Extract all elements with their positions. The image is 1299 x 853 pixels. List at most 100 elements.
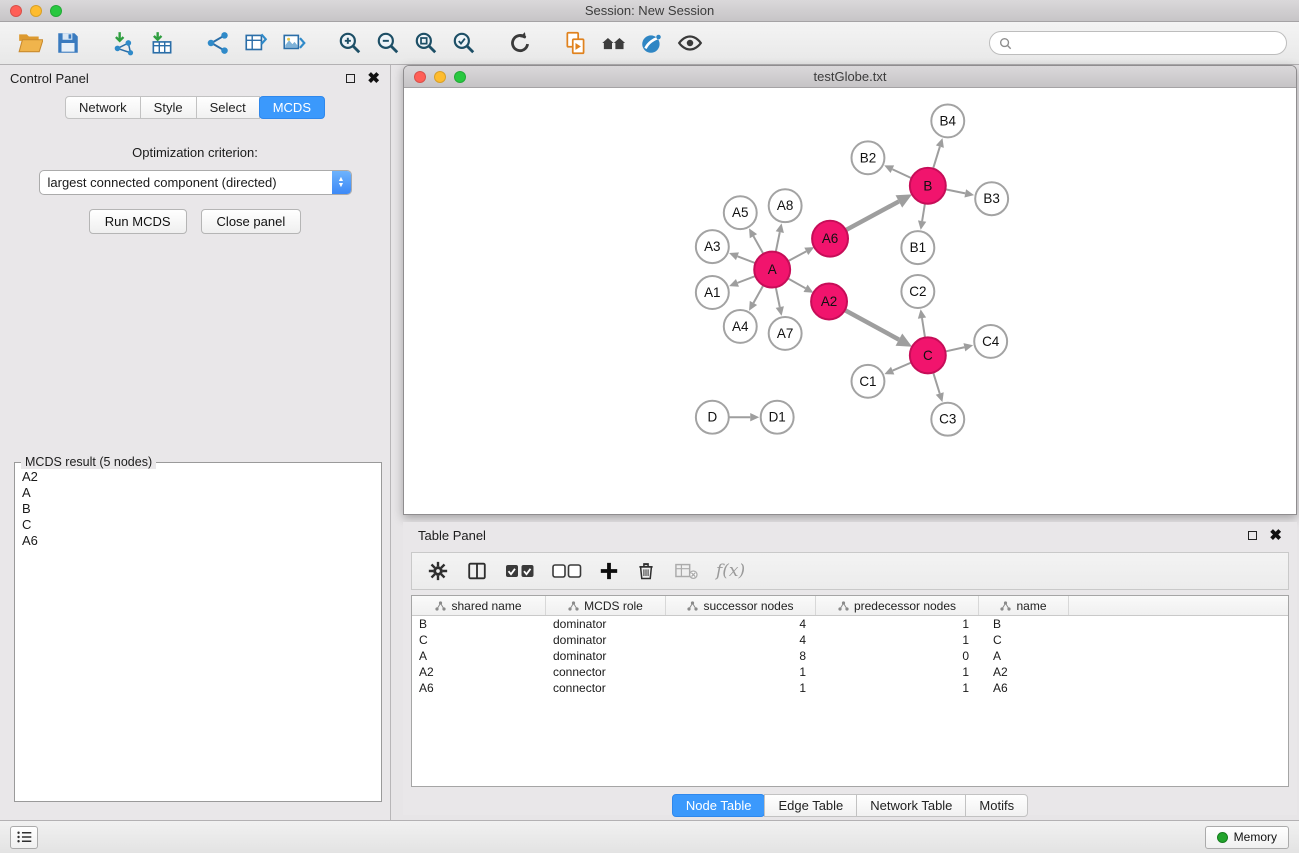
show-hide-details-button[interactable] [672, 25, 708, 61]
close-table-panel-icon[interactable]: ✖ [1269, 531, 1282, 541]
mcds-result-item[interactable]: A2 [17, 469, 379, 485]
new-table-button[interactable] [238, 25, 274, 61]
deselect-all-button[interactable] [552, 564, 582, 579]
delete-column-button[interactable] [636, 561, 656, 581]
node-table: shared nameMCDS rolesuccessor nodes prede… [411, 595, 1289, 787]
home-view-button[interactable] [596, 25, 632, 61]
close-panel-button[interactable]: Close panel [201, 209, 302, 234]
show-columns-button[interactable] [466, 560, 488, 582]
graph-edge-C-C2[interactable] [922, 318, 925, 338]
open-session-button[interactable] [12, 25, 48, 61]
function-builder-button[interactable]: f(x) [716, 561, 745, 581]
column-sort-icon [838, 601, 849, 611]
select-all-button[interactable] [505, 564, 535, 579]
search-input[interactable] [1017, 36, 1277, 50]
close-window-button[interactable] [10, 5, 22, 17]
table-cell: B [412, 617, 546, 631]
graph-edge-arrowhead [918, 309, 926, 319]
graph-edge-A-A1[interactable] [737, 276, 756, 283]
import-table-icon [149, 30, 175, 56]
graph-edge-C-C1[interactable] [893, 362, 913, 370]
run-mcds-button[interactable]: Run MCDS [89, 209, 187, 234]
tab-select[interactable]: Select [196, 96, 260, 119]
graph-edge-B-B4[interactable] [933, 147, 940, 170]
graph-edge-C-C4[interactable] [944, 347, 964, 351]
table-row[interactable]: Adominator80A [412, 648, 1288, 664]
tab-mcds[interactable]: MCDS [259, 96, 325, 119]
graph-edge-B-B3[interactable] [944, 189, 965, 193]
network-canvas[interactable]: B4B2BB3A5A8A6B1A3AC2A1A2A4A7CC4C1C3DD1 [405, 88, 1295, 513]
network-graph[interactable]: B4B2BB3A5A8A6B1A3AC2A1A2A4A7CC4C1C3DD1 [405, 88, 1295, 513]
mcds-result-item[interactable]: C [17, 517, 379, 533]
import-table-file-button[interactable] [144, 25, 180, 61]
first-neighbors-button[interactable] [558, 25, 594, 61]
zoom-fit-icon [413, 30, 439, 56]
tab-network[interactable]: Network [65, 96, 141, 119]
graph-edge-A-A2[interactable] [787, 278, 806, 288]
tab-style[interactable]: Style [140, 96, 197, 119]
documents-icon [563, 30, 589, 56]
import-network-file-button[interactable] [106, 25, 142, 61]
graph-edge-arrowhead [750, 413, 759, 421]
tab-edge-table[interactable]: Edge Table [764, 794, 857, 817]
column-header-label: predecessor nodes [854, 599, 956, 613]
mcds-result-item[interactable]: A6 [17, 533, 379, 549]
tab-motifs[interactable]: Motifs [965, 794, 1028, 817]
add-column-button[interactable] [599, 561, 619, 581]
tab-network-table[interactable]: Network Table [856, 794, 966, 817]
graph-edge-A-A4[interactable] [753, 284, 763, 303]
zoom-in-button[interactable] [332, 25, 368, 61]
task-history-button[interactable] [10, 826, 38, 849]
mcds-result-list[interactable]: A2ABCA6 [17, 469, 379, 799]
column-header-filler [1069, 596, 1288, 615]
graph-edge-A6-B[interactable] [845, 201, 899, 230]
graph-edge-C-C3[interactable] [933, 372, 940, 394]
save-session-button[interactable] [50, 25, 86, 61]
table-row[interactable]: A6connector11A6 [412, 680, 1288, 696]
column-sort-icon [687, 601, 698, 611]
graph-node-label: B3 [983, 191, 999, 206]
graph-edge-A-A8[interactable] [776, 232, 780, 253]
graph-edge-A-A3[interactable] [737, 256, 756, 263]
graph-edge-A-A6[interactable] [787, 251, 806, 261]
graph-edge-A-A5[interactable] [753, 236, 763, 255]
column-header-successor-nodes[interactable]: successor nodes [666, 596, 816, 615]
table-settings-button[interactable] [427, 560, 449, 582]
delete-table-button[interactable] [673, 560, 699, 582]
network-minimize-button[interactable] [434, 71, 446, 83]
graph-edge-B-B2[interactable] [892, 169, 912, 178]
refresh-layout-button[interactable] [502, 25, 538, 61]
table-row[interactable]: A2connector11A2 [412, 664, 1288, 680]
graph-edge-A-A7[interactable] [776, 286, 780, 307]
zoom-fit-button[interactable] [408, 25, 444, 61]
visual-mode-button[interactable] [634, 25, 670, 61]
zoom-window-button[interactable] [50, 5, 62, 17]
table-cell: 4 [666, 617, 816, 631]
zoom-out-button[interactable] [370, 25, 406, 61]
column-header-name[interactable]: name [979, 596, 1069, 615]
graph-edge-arrowhead [964, 189, 974, 197]
criterion-dropdown[interactable]: largest connected component (directed) ▲… [39, 170, 352, 195]
float-panel-icon[interactable] [346, 74, 355, 83]
column-header-mcds-role[interactable]: MCDS role [546, 596, 666, 615]
tab-node-table[interactable]: Node Table [672, 794, 766, 817]
graph-edge-B-B1[interactable] [922, 203, 925, 222]
mcds-result-item[interactable]: B [17, 501, 379, 517]
save-icon [55, 30, 81, 56]
graph-edge-A2-C[interactable] [844, 310, 899, 340]
memory-button[interactable]: Memory [1205, 826, 1289, 849]
mcds-result-item[interactable]: A [17, 485, 379, 501]
column-header-predecessor-nodes[interactable]: predecessor nodes [816, 596, 979, 615]
column-header-shared-name[interactable]: shared name [412, 596, 546, 615]
search-field[interactable] [989, 31, 1287, 55]
network-close-button[interactable] [414, 71, 426, 83]
export-image-button[interactable] [276, 25, 312, 61]
new-network-button[interactable] [200, 25, 236, 61]
close-panel-icon[interactable]: ✖ [367, 74, 380, 84]
table-row[interactable]: Bdominator41B [412, 616, 1288, 632]
table-row[interactable]: Cdominator41C [412, 632, 1288, 648]
zoom-selected-button[interactable] [446, 25, 482, 61]
float-table-panel-icon[interactable] [1248, 531, 1257, 540]
minimize-window-button[interactable] [30, 5, 42, 17]
network-zoom-button[interactable] [454, 71, 466, 83]
